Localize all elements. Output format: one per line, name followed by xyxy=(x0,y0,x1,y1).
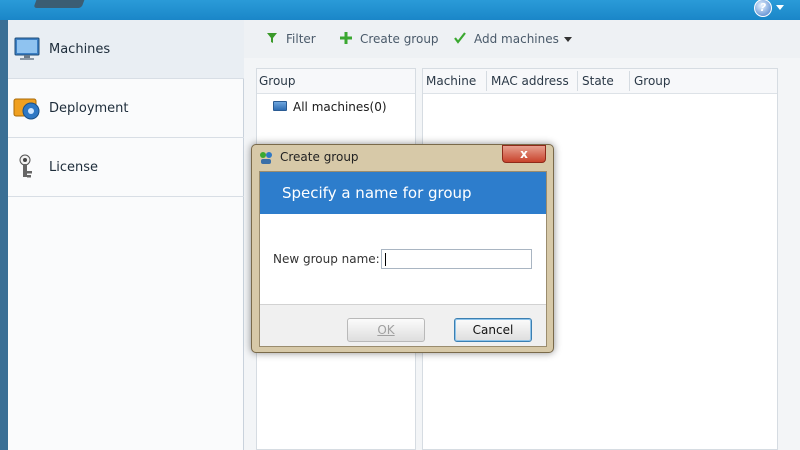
dialog-body: Specify a name for group New group name:… xyxy=(259,171,547,347)
chevron-down-icon xyxy=(776,5,784,10)
column-header-state[interactable]: State xyxy=(582,69,614,93)
dialog-heading: Specify a name for group xyxy=(282,184,472,202)
plus-icon xyxy=(340,32,352,44)
app-header: ? xyxy=(0,0,800,20)
add-machines-button[interactable]: Add machines xyxy=(454,30,559,48)
ok-button[interactable]: OK xyxy=(347,318,425,342)
column-divider[interactable] xyxy=(629,71,630,91)
filter-button[interactable]: Filter xyxy=(266,30,316,48)
tree-item-label: All machines(0) xyxy=(293,100,387,114)
create-group-button[interactable]: Create group xyxy=(340,30,439,48)
group-name-label: New group name: xyxy=(273,252,380,266)
filter-icon xyxy=(267,33,277,43)
cancel-label: Cancel xyxy=(472,323,514,337)
column-header-machine[interactable]: Machine xyxy=(426,69,476,93)
column-header-group[interactable]: Group xyxy=(634,69,671,93)
text-cursor xyxy=(385,253,386,266)
sidebar-item-license[interactable]: License xyxy=(8,138,244,197)
sidebar-item-label: Machines xyxy=(49,42,111,57)
sidebar-item-deployment[interactable]: Deployment xyxy=(8,79,244,138)
group-name-input[interactable] xyxy=(381,249,532,269)
create-group-label: Create group xyxy=(360,32,439,46)
tree-item-all-machines[interactable]: All machines(0) xyxy=(273,99,387,115)
group-icon xyxy=(260,152,272,164)
dialog-banner: Specify a name for group xyxy=(260,172,546,214)
toolbar: Filter Create group Add machines xyxy=(244,20,800,58)
app-logo xyxy=(33,0,87,8)
column-header-mac-address[interactable]: MAC address xyxy=(491,69,569,93)
dialog-title: Create group xyxy=(280,150,359,164)
sidebar-item-machines[interactable]: Machines xyxy=(8,20,244,79)
column-divider[interactable] xyxy=(577,71,578,91)
license-icon xyxy=(19,154,32,178)
column-header-group[interactable]: Group xyxy=(259,69,296,93)
computer-group-icon xyxy=(273,101,287,111)
monitor-icon xyxy=(14,37,40,60)
help-button[interactable]: ? xyxy=(754,0,788,17)
column-divider[interactable] xyxy=(486,71,487,91)
cancel-button[interactable]: Cancel xyxy=(454,318,532,342)
filter-label: Filter xyxy=(286,32,316,46)
help-icon: ? xyxy=(754,0,772,17)
checkmark-icon xyxy=(454,32,466,44)
deployment-icon xyxy=(13,98,40,120)
sidebar-item-label: Deployment xyxy=(49,101,129,116)
close-button[interactable]: x xyxy=(502,145,546,163)
close-icon: x xyxy=(520,147,528,161)
sidebar-item-label: License xyxy=(49,160,99,175)
ok-label: OK xyxy=(377,323,395,337)
add-machines-label: Add machines xyxy=(474,32,559,46)
chevron-down-icon[interactable] xyxy=(564,37,572,42)
create-group-dialog: Create group x Specify a name for group … xyxy=(251,144,554,353)
sidebar: Machines Deployment License xyxy=(0,20,244,450)
dialog-form: New group name: xyxy=(260,214,546,305)
